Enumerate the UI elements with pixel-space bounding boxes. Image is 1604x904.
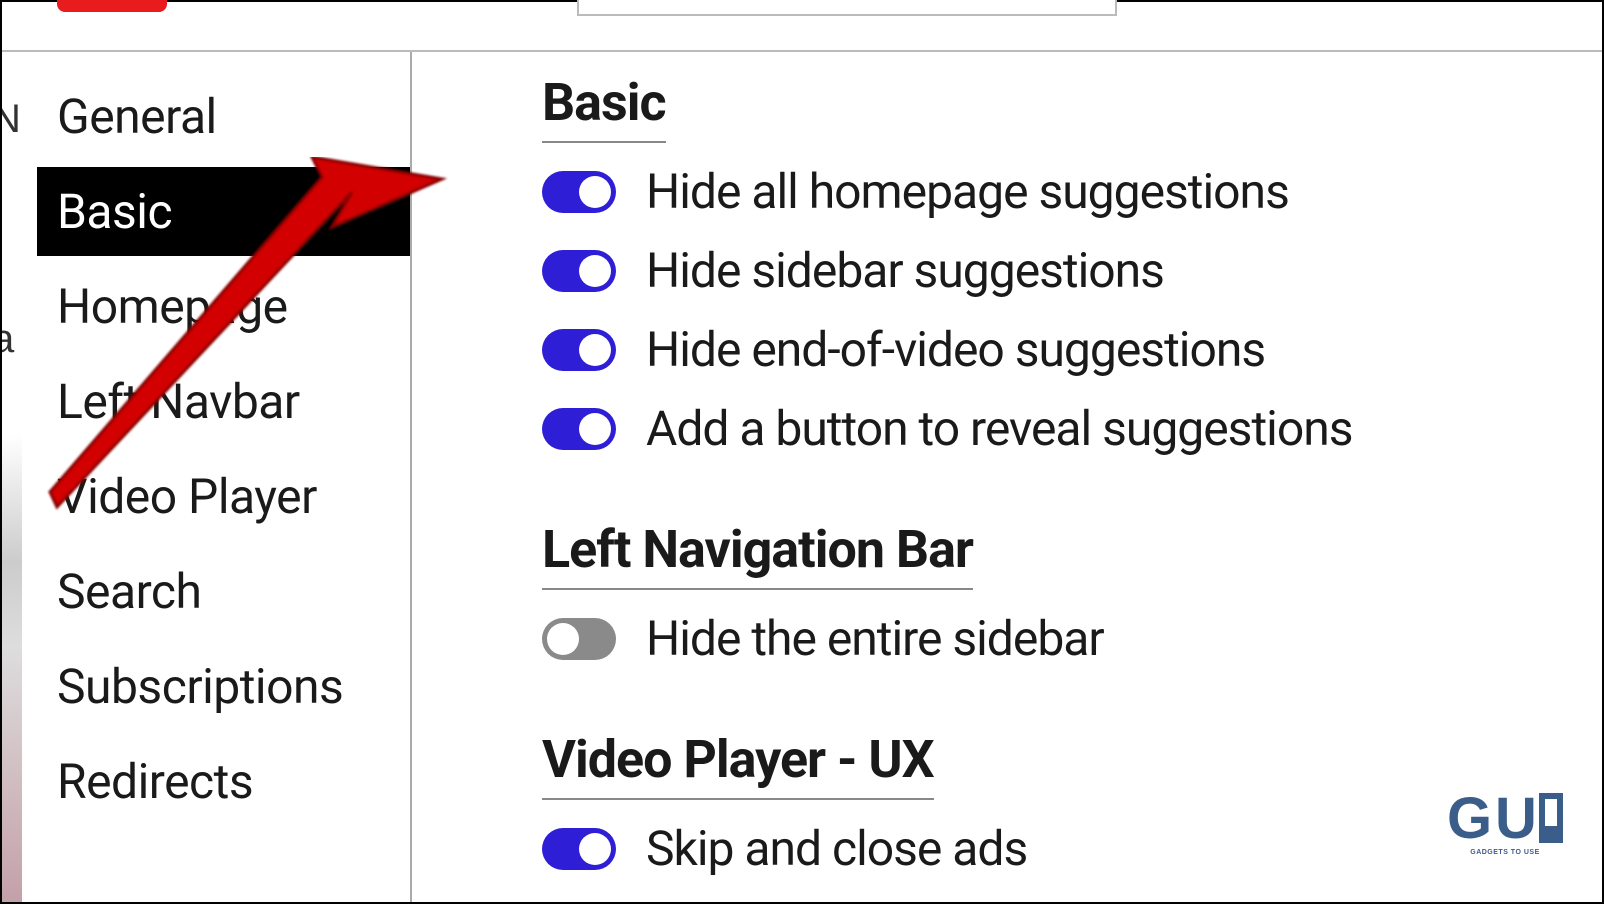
toggle-row-hide-sidebar-suggestions: Hide sidebar suggestions xyxy=(542,242,1602,299)
search-input[interactable] xyxy=(577,0,1117,16)
toggle-hide-homepage[interactable] xyxy=(542,171,616,213)
sidebar-item-search[interactable]: Search xyxy=(37,547,410,636)
sidebar-item-basic[interactable]: Basic xyxy=(37,167,410,256)
toggle-row-hide-entire-sidebar: Hide the entire sidebar xyxy=(542,610,1602,667)
toggle-label: Skip and close ads xyxy=(646,820,1027,877)
toggle-skip-ads[interactable] xyxy=(542,828,616,870)
toggle-add-reveal-button[interactable] xyxy=(542,408,616,450)
svg-text:U: U xyxy=(1495,788,1537,851)
toggle-row-skip-ads: Skip and close ads xyxy=(542,820,1602,877)
toggle-hide-endvideo[interactable] xyxy=(542,329,616,371)
background-edge: N a xyxy=(2,52,22,902)
toggle-hide-sidebar-suggestions[interactable] xyxy=(542,250,616,292)
toggle-row-hide-endvideo: Hide end-of-video suggestions xyxy=(542,321,1602,378)
youtube-logo-icon[interactable] xyxy=(57,0,167,12)
sidebar-item-homepage[interactable]: Homepage xyxy=(37,262,410,351)
settings-content: Basic Hide all homepage suggestions Hide… xyxy=(412,52,1602,902)
toggle-label: Hide all homepage suggestions xyxy=(646,163,1289,220)
toggle-hide-entire-sidebar[interactable] xyxy=(542,618,616,660)
section-title-basic: Basic xyxy=(542,72,666,143)
sidebar-item-left-navbar[interactable]: Left Navbar xyxy=(37,357,410,446)
watermark: G U GADGETS TO USE xyxy=(1447,788,1567,862)
sidebar: General Basic Homepage Left Navbar Video… xyxy=(22,52,412,902)
sidebar-item-video-player[interactable]: Video Player xyxy=(37,452,410,541)
sidebar-item-redirects[interactable]: Redirects xyxy=(37,737,410,826)
toggle-label: Hide end-of-video suggestions xyxy=(646,321,1265,378)
svg-text:G: G xyxy=(1447,788,1492,851)
toggle-row-add-reveal-button: Add a button to reveal suggestions xyxy=(542,400,1602,457)
toggle-row-hide-homepage: Hide all homepage suggestions xyxy=(542,163,1602,220)
sidebar-item-subscriptions[interactable]: Subscriptions xyxy=(37,642,410,731)
toggle-label: Hide sidebar suggestions xyxy=(646,242,1164,299)
section-title-videoplayer: Video Player - UX xyxy=(542,729,934,800)
sidebar-item-general[interactable]: General xyxy=(37,72,410,161)
top-bar xyxy=(2,2,1602,52)
toggle-label: Hide the entire sidebar xyxy=(646,610,1104,667)
svg-text:GADGETS TO USE: GADGETS TO USE xyxy=(1470,849,1540,856)
toggle-label: Add a button to reveal suggestions xyxy=(646,400,1352,457)
section-title-leftnav: Left Navigation Bar xyxy=(542,519,973,590)
